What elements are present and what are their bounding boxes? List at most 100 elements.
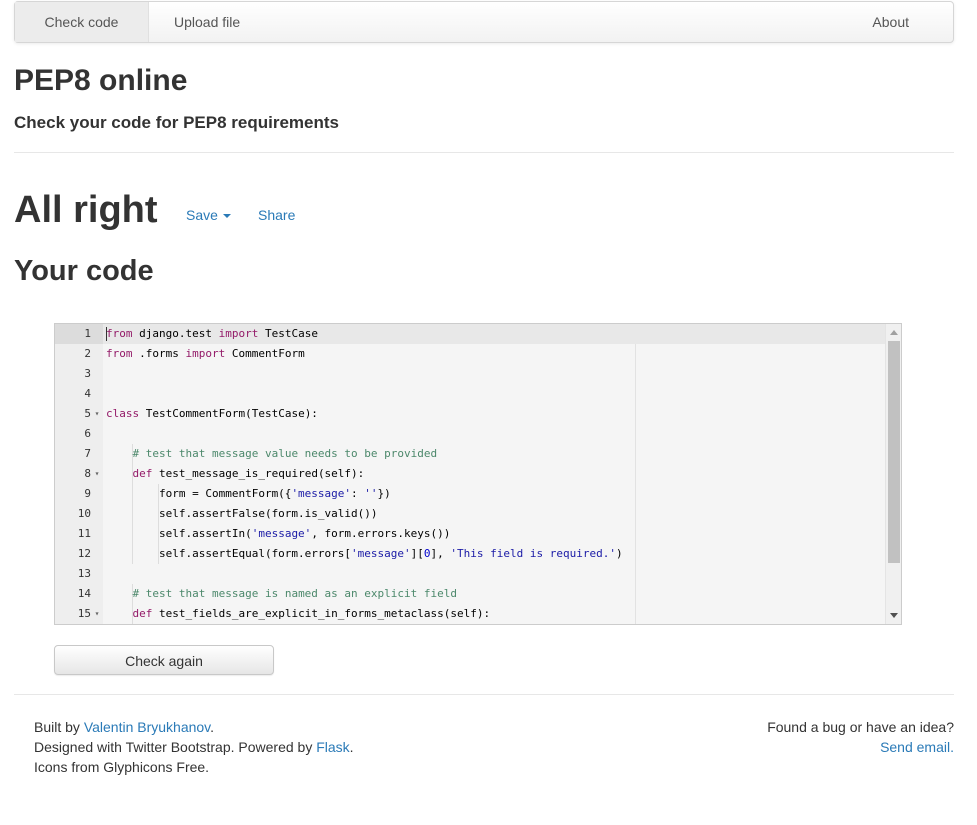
code-text: from .forms import CommentForm — [106, 344, 305, 364]
footer-feedback: Found a bug or have an idea? Send email. — [767, 717, 954, 757]
line-number: 10 — [77, 507, 91, 520]
code-token: self.assertIn( — [106, 527, 252, 540]
code-text: from django.test import TestCase — [106, 324, 318, 344]
code-token: from — [106, 327, 133, 340]
fold-arrow-icon[interactable]: ▾ — [93, 604, 101, 624]
code-token: TestCommentForm(TestCase): — [139, 407, 318, 420]
check-again-button[interactable]: Check again — [54, 645, 274, 675]
line-number: 12 — [77, 547, 91, 560]
code-token: : — [351, 487, 365, 500]
code-editor[interactable]: 1 from django.test import TestCase 2 from .… — [54, 323, 902, 625]
code-token: 'This field is required.' — [450, 547, 616, 560]
fold-arrow-icon[interactable]: ▾ — [93, 404, 101, 424]
code-token: # test that message is named as an expli… — [132, 587, 458, 600]
code-line: 8 ▾ def test_message_is_required(self): — [55, 464, 885, 484]
code-token: 'message' — [251, 527, 312, 540]
result-status: All right — [14, 189, 158, 231]
line-number: 15 — [77, 607, 91, 620]
code-text: class TestCommentForm(TestCase): — [106, 404, 318, 424]
designed-with-text: Designed with Twitter Bootstrap. Powered… — [34, 739, 317, 755]
code-text: self.assertIn('message', form.errors.key… — [106, 524, 450, 544]
code-token: django.test — [132, 327, 219, 340]
author-link[interactable]: Valentin Bryukhanov — [84, 719, 210, 735]
scroll-down-arrow-icon[interactable] — [890, 613, 898, 618]
line-number: 7 — [84, 447, 91, 460]
line-number: 6 — [84, 427, 91, 440]
page-title: PEP8 online — [14, 64, 188, 97]
line-number: 8 — [84, 467, 91, 480]
code-heading: Your code — [14, 255, 154, 287]
caret-down-icon — [222, 214, 231, 219]
save-dropdown-button[interactable]: Save — [186, 207, 231, 223]
code-token: }) — [377, 487, 391, 500]
code-line: 7 # test that message value needs to be … — [55, 444, 885, 464]
code-token: CommentForm — [225, 347, 305, 360]
save-label: Save — [186, 207, 218, 223]
code-lines: 1 from django.test import TestCase 2 from .… — [55, 324, 885, 624]
bug-prompt: Found a bug or have an idea? — [767, 719, 954, 735]
fold-arrow-icon[interactable]: ▾ — [93, 464, 101, 484]
line-number: 13 — [77, 567, 91, 580]
code-text: def test_message_is_required(self): — [106, 464, 365, 484]
header-divider — [14, 152, 954, 153]
editor-scrollbar[interactable] — [885, 324, 901, 624]
send-email-line: Send email. — [767, 737, 954, 757]
code-token: class — [106, 407, 140, 420]
text-cursor — [106, 327, 107, 341]
code-token: 'message' — [351, 547, 411, 560]
nav-check-code[interactable]: Check code — [15, 2, 149, 42]
code-token: # test that message value needs to be pr… — [132, 447, 438, 460]
code-token: TestCase — [258, 327, 318, 340]
code-line: 1 from django.test import TestCase — [55, 324, 885, 344]
code-token: self.assertFalse(form.is_valid()) — [106, 507, 378, 520]
nav-about[interactable]: About — [872, 2, 909, 42]
line-number: 5 — [84, 407, 91, 420]
code-text: self.assertFalse(form.is_valid()) — [106, 504, 378, 524]
code-token: self.assertEqual(form.errors[ — [106, 547, 352, 560]
code-line: 13 — [55, 564, 885, 584]
code-token: import — [218, 327, 259, 340]
code-token: 0 — [423, 547, 431, 560]
footer-divider — [14, 694, 954, 695]
code-line: 2 from .forms import CommentForm — [55, 344, 885, 364]
send-email-period: . — [950, 739, 954, 755]
code-text: form = CommentForm({'message': ''}) — [106, 484, 391, 504]
code-line: 3 — [55, 364, 885, 384]
code-token: , form.errors.keys()) — [311, 527, 451, 540]
code-token: ], — [430, 547, 451, 560]
code-token: import — [185, 347, 226, 360]
code-line: 4 — [55, 384, 885, 404]
code-token: 'message' — [291, 487, 352, 500]
code-line: 14 # test that message is named as an ex… — [55, 584, 885, 604]
code-token: test_message_is_required(self): — [152, 467, 365, 480]
scrollbar-thumb[interactable] — [888, 341, 900, 563]
nav-upload-file[interactable]: Upload file — [174, 2, 240, 42]
code-text: def test_fields_are_explicit_in_forms_me… — [106, 604, 491, 624]
flask-link[interactable]: Flask — [316, 739, 349, 755]
code-text: # test that message is named as an expli… — [106, 584, 458, 604]
code-token: def — [132, 607, 153, 620]
code-line: 15 ▾ def test_fields_are_explicit_in_form… — [55, 604, 885, 624]
line-number: 14 — [77, 587, 91, 600]
line-number: 9 — [84, 487, 91, 500]
top-navbar: Check code Upload file About — [14, 1, 954, 43]
designed-with-line: Designed with Twitter Bootstrap. Powered… — [34, 737, 354, 757]
code-token: ][ — [410, 547, 424, 560]
built-by-line: Built by Valentin Bryukhanov. — [34, 717, 354, 737]
code-line: 10 self.assertFalse(form.is_valid()) — [55, 504, 885, 524]
send-email-link[interactable]: Send email — [880, 739, 950, 755]
line-number: 11 — [77, 527, 91, 540]
code-line: 12 self.assertEqual(form.errors['message… — [55, 544, 885, 564]
code-line: 9 form = CommentForm({'message': ''}) — [55, 484, 885, 504]
scroll-up-arrow-icon[interactable] — [890, 330, 898, 335]
code-token: def — [132, 467, 153, 480]
line-number: 2 — [84, 347, 91, 360]
line-number: 1 — [84, 327, 91, 340]
code-token: from — [106, 347, 133, 360]
code-token: .forms — [132, 347, 186, 360]
share-button[interactable]: Share — [258, 207, 295, 223]
